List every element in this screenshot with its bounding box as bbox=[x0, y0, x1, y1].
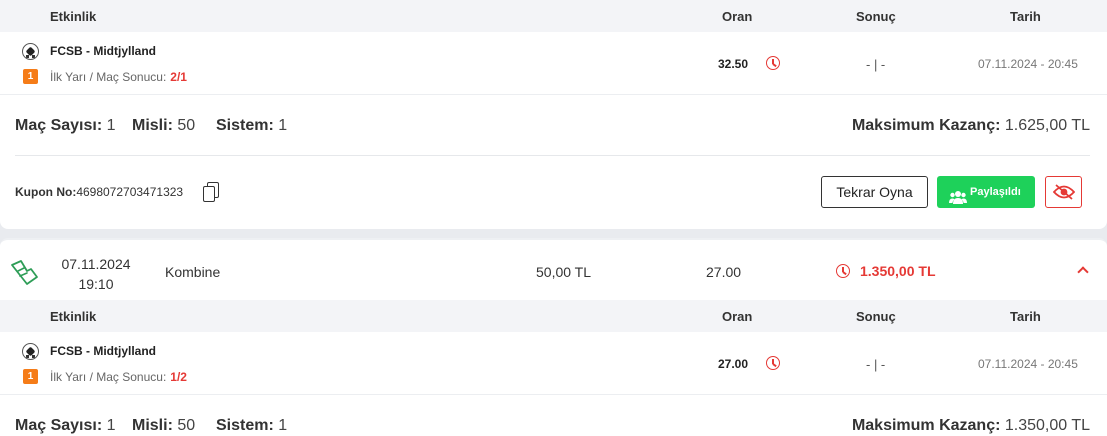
misli-value: 50 bbox=[177, 417, 196, 434]
shared-button[interactable]: Paylaşıldı bbox=[937, 176, 1035, 208]
market-label: İlk Yarı / Maç Sonucu: 2/1 bbox=[50, 70, 187, 84]
clock-icon bbox=[836, 264, 850, 278]
misli-label: Misli: bbox=[132, 417, 173, 434]
event-row: FCSB - Midtjylland 1 İlk Yarı / Maç Sonu… bbox=[0, 332, 1107, 395]
coupon-stake: 50,00 TL bbox=[536, 264, 592, 280]
max-win-label: Maksimum Kazanç: bbox=[851, 417, 1001, 434]
divider bbox=[15, 155, 1090, 156]
clock-icon bbox=[766, 56, 780, 70]
market-label: İlk Yarı / Maç Sonucu: 1/2 bbox=[50, 370, 187, 384]
col-date-header: Tarih bbox=[1010, 309, 1041, 324]
ticket-logo-icon bbox=[9, 257, 41, 287]
match-count-label: Maç Sayısı: bbox=[15, 417, 103, 434]
coupon-time: 19:10 bbox=[78, 276, 114, 292]
col-odds-header: Oran bbox=[722, 9, 753, 24]
col-event-header: Etkinlik bbox=[50, 309, 97, 324]
coupon-date: 07.11.2024 bbox=[61, 256, 131, 272]
period-badge: 1 bbox=[23, 369, 38, 384]
events-table-header: Etkinlik Oran Sonuç Tarih bbox=[0, 300, 1107, 332]
match-name: FCSB - Midtjylland bbox=[50, 44, 156, 58]
col-odds-header: Oran bbox=[722, 309, 753, 324]
match-count-value: 1 bbox=[106, 117, 116, 134]
misli-value: 50 bbox=[177, 117, 196, 134]
coupon-summary: Maç Sayısı: 1 Misli: 50 Sistem: 1 Maksim… bbox=[0, 113, 1107, 143]
system-value: 1 bbox=[278, 117, 288, 134]
coupon-type: Kombine bbox=[165, 264, 221, 280]
chevron-up-icon[interactable] bbox=[1077, 266, 1089, 278]
max-win-label: Maksimum Kazanç: bbox=[851, 117, 1001, 134]
event-result: - | - bbox=[866, 57, 886, 72]
football-icon bbox=[22, 343, 39, 360]
copy-icon[interactable] bbox=[203, 182, 219, 202]
match-name: FCSB - Midtjylland bbox=[50, 344, 156, 358]
col-date-header: Tarih bbox=[1010, 9, 1041, 24]
event-date: 07.11.2024 - 20:45 bbox=[978, 357, 1078, 371]
pick-value: 2/1 bbox=[170, 70, 187, 84]
eye-icon bbox=[1052, 184, 1076, 200]
match-count-label: Maç Sayısı: bbox=[15, 117, 103, 134]
system-value: 1 bbox=[278, 417, 288, 434]
pick-value: 1/2 bbox=[170, 370, 187, 384]
coupon-number: Kupon No:4698072703471323 bbox=[15, 185, 184, 199]
col-result-header: Sonuç bbox=[856, 309, 896, 324]
events-table-header: Etkinlik Oran Sonuç Tarih bbox=[0, 0, 1107, 32]
event-odds: 27.00 bbox=[718, 357, 749, 371]
col-event-header: Etkinlik bbox=[50, 9, 97, 24]
users-icon bbox=[949, 185, 967, 204]
hide-toggle-button[interactable] bbox=[1045, 176, 1082, 208]
coupon-number-value: 4698072703471323 bbox=[76, 185, 184, 199]
football-icon bbox=[22, 43, 39, 60]
max-win-value: 1.350,00 TL bbox=[1004, 417, 1090, 434]
coupon-card-1: Etkinlik Oran Sonuç Tarih FCSB - Midtjyl… bbox=[0, 0, 1107, 229]
period-badge: 1 bbox=[23, 69, 38, 84]
coupon-total-odds: 27.00 bbox=[706, 264, 742, 280]
event-row: FCSB - Midtjylland 1 İlk Yarı / Maç Sonu… bbox=[0, 32, 1107, 95]
match-count-value: 1 bbox=[106, 417, 116, 434]
shared-button-label: Paylaşıldı bbox=[970, 186, 1021, 198]
coupon-card-2[interactable]: 07.11.2024 19:10 Kombine 50,00 TL 27.00 … bbox=[0, 238, 1107, 436]
clock-icon bbox=[766, 356, 780, 370]
coupon-datetime: 07.11.2024 19:10 bbox=[60, 254, 132, 294]
event-odds: 32.50 bbox=[718, 57, 749, 71]
max-win-value: 1.625,00 TL bbox=[1004, 117, 1090, 134]
col-result-header: Sonuç bbox=[856, 9, 896, 24]
system-label: Sistem: bbox=[216, 417, 274, 434]
event-result: - | - bbox=[866, 357, 886, 372]
system-label: Sistem: bbox=[216, 117, 274, 134]
coupon-summary: Maç Sayısı: 1 Misli: 50 Sistem: 1 Maksim… bbox=[0, 413, 1107, 436]
replay-button[interactable]: Tekrar Oyna bbox=[821, 176, 928, 208]
coupon-winnings: 1.350,00 TL bbox=[860, 263, 936, 279]
misli-label: Misli: bbox=[132, 117, 173, 134]
event-date: 07.11.2024 - 20:45 bbox=[978, 57, 1078, 71]
